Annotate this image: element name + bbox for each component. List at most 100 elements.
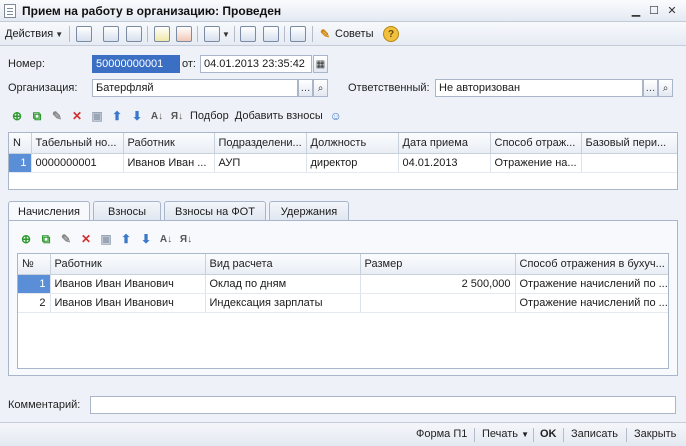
table-row[interactable]: 2 Иванов Иван Иванович Индексация зарпла…	[18, 293, 668, 313]
add-contributions-button[interactable]: Добавить взносы	[235, 110, 323, 122]
tab-contributions[interactable]: Взносы	[93, 201, 161, 221]
responsible-select-button[interactable]: …	[643, 79, 658, 97]
column-header[interactable]: Работник	[123, 133, 215, 154]
select-employees-button[interactable]: Подбор	[190, 110, 229, 122]
copy-icon	[103, 26, 119, 42]
new-document-button[interactable]	[76, 25, 92, 43]
user-icon[interactable]: ☺	[329, 109, 343, 123]
table-cell[interactable]: 2 500,000	[360, 274, 516, 294]
end-edit-icon[interactable]: ▣	[99, 232, 113, 246]
table-cell[interactable]: Отражение на...	[490, 153, 582, 173]
help-button[interactable]: ?	[383, 25, 399, 43]
column-header[interactable]: Способ отраж...	[490, 133, 582, 154]
search-doc-icon	[240, 26, 256, 42]
table-cell[interactable]	[360, 293, 516, 313]
table-cell[interactable]: Иванов Иван ...	[123, 153, 215, 173]
tab-deductions[interactable]: Удержания	[269, 201, 349, 221]
settings-button[interactable]	[290, 25, 306, 43]
table-row[interactable]: 1 0000000001 Иванов Иван ... АУП директо…	[9, 153, 677, 173]
date-field[interactable]: 04.01.2013 23:35:42	[200, 55, 312, 73]
unpost-button[interactable]	[176, 25, 192, 43]
row-number[interactable]: 2	[18, 293, 51, 313]
move-up-icon[interactable]: ⬆	[110, 109, 124, 123]
tab-payroll-contributions[interactable]: Взносы на ФОТ	[164, 201, 266, 221]
delete-row-icon[interactable]: ✕	[79, 232, 93, 246]
movements-button[interactable]	[263, 25, 279, 43]
tab-accruals[interactable]: Начисления	[8, 201, 90, 222]
add-row-icon[interactable]: ⊕	[10, 109, 24, 123]
copy-row-icon[interactable]: ⧉	[39, 232, 53, 246]
form-p1-button[interactable]: Форма П1	[416, 428, 467, 440]
ok-button[interactable]: OK	[540, 428, 557, 440]
column-header[interactable]: Табельный но...	[31, 133, 124, 154]
column-header[interactable]: Вид расчета	[205, 254, 361, 275]
close-button[interactable]: Закрыть	[634, 428, 676, 440]
advice-button[interactable]: ✎ Советы	[318, 25, 374, 43]
structure-button[interactable]	[240, 25, 256, 43]
calendar-button[interactable]: ▦	[313, 55, 328, 73]
table-cell[interactable]: Индексация зарплаты	[205, 293, 361, 313]
report-icon	[263, 26, 279, 42]
table-cell[interactable]: АУП	[214, 153, 307, 173]
organization-label: Организация:	[8, 82, 78, 94]
sort-desc-icon[interactable]: Я↓	[179, 232, 193, 246]
create-based-on-button[interactable]: ▼	[204, 25, 230, 43]
edit-row-icon[interactable]: ✎	[59, 232, 73, 246]
ellipsis-icon: …	[300, 82, 311, 94]
chevron-down-icon: ▼	[55, 29, 64, 39]
copy-button[interactable]	[103, 25, 119, 43]
add-row-icon[interactable]: ⊕	[19, 232, 33, 246]
comment-field[interactable]	[90, 396, 676, 414]
edit-doc-icon	[126, 26, 142, 42]
footer-bar: Форма П1 Печать ▼ OK Записать Закрыть	[0, 422, 686, 446]
organization-open-button[interactable]: ⌕	[313, 79, 328, 97]
actions-menu-button[interactable]: Действия ▼	[5, 25, 63, 43]
table-row[interactable]: 1 Иванов Иван Иванович Оклад по дням 2 5…	[18, 274, 668, 294]
table-cell[interactable]: Иванов Иван Иванович	[50, 274, 206, 294]
responsible-field[interactable]: Не авторизован	[435, 79, 643, 97]
move-down-icon[interactable]: ⬇	[139, 232, 153, 246]
edit-button[interactable]	[126, 25, 142, 43]
responsible-open-button[interactable]: ⌕	[658, 79, 673, 97]
column-header[interactable]: Дата приема	[398, 133, 491, 154]
end-edit-icon[interactable]: ▣	[90, 109, 104, 123]
column-header[interactable]: Работник	[50, 254, 206, 275]
column-header[interactable]: Базовый пери...	[581, 133, 677, 154]
table-cell[interactable]: Отражение начислений по ...	[515, 293, 668, 313]
move-up-icon[interactable]: ⬆	[119, 232, 133, 246]
copy-row-icon[interactable]: ⧉	[30, 109, 44, 123]
row-number[interactable]: 1	[9, 153, 32, 173]
employees-grid-toolbar: ⊕ ⧉ ✎ ✕ ▣ ⬆ ⬇ A↓ Я↓ Подбор Добавить взно…	[10, 106, 343, 126]
table-cell[interactable]: Отражение начислений по ...	[515, 274, 668, 294]
actions-label: Действия	[5, 28, 54, 40]
table-cell[interactable]: директор	[306, 153, 399, 173]
column-header[interactable]: Подразделени...	[214, 133, 307, 154]
table-cell[interactable]	[581, 153, 677, 173]
organization-field[interactable]: Батерфляй	[92, 79, 298, 97]
table-cell[interactable]: 0000000001	[31, 153, 124, 173]
column-header[interactable]: №	[18, 254, 51, 275]
move-down-icon[interactable]: ⬇	[130, 109, 144, 123]
edit-row-icon[interactable]: ✎	[50, 109, 64, 123]
sort-desc-icon[interactable]: Я↓	[170, 109, 184, 123]
organization-select-button[interactable]: …	[298, 79, 313, 97]
delete-row-icon[interactable]: ✕	[70, 109, 84, 123]
column-header[interactable]: N	[9, 133, 32, 154]
column-header[interactable]: Размер	[360, 254, 516, 275]
maximize-button[interactable]: ☐	[646, 3, 662, 18]
save-button[interactable]: Записать	[571, 428, 618, 440]
number-field[interactable]: 50000000001	[92, 55, 180, 73]
employees-grid: N Табельный но... Работник Подразделени.…	[8, 132, 678, 190]
post-button[interactable]	[154, 25, 170, 43]
print-button[interactable]: Печать ▼	[482, 428, 529, 440]
sort-asc-icon[interactable]: A↓	[159, 232, 173, 246]
table-cell[interactable]: Оклад по дням	[205, 274, 361, 294]
close-window-button[interactable]: ✕	[664, 3, 680, 18]
minimize-button[interactable]: ▁	[628, 3, 644, 18]
table-cell[interactable]: Иванов Иван Иванович	[50, 293, 206, 313]
column-header[interactable]: Способ отражения в бухуч...	[515, 254, 668, 275]
column-header[interactable]: Должность	[306, 133, 399, 154]
row-number[interactable]: 1	[18, 274, 51, 294]
sort-asc-icon[interactable]: A↓	[150, 109, 164, 123]
table-cell[interactable]: 04.01.2013	[398, 153, 491, 173]
